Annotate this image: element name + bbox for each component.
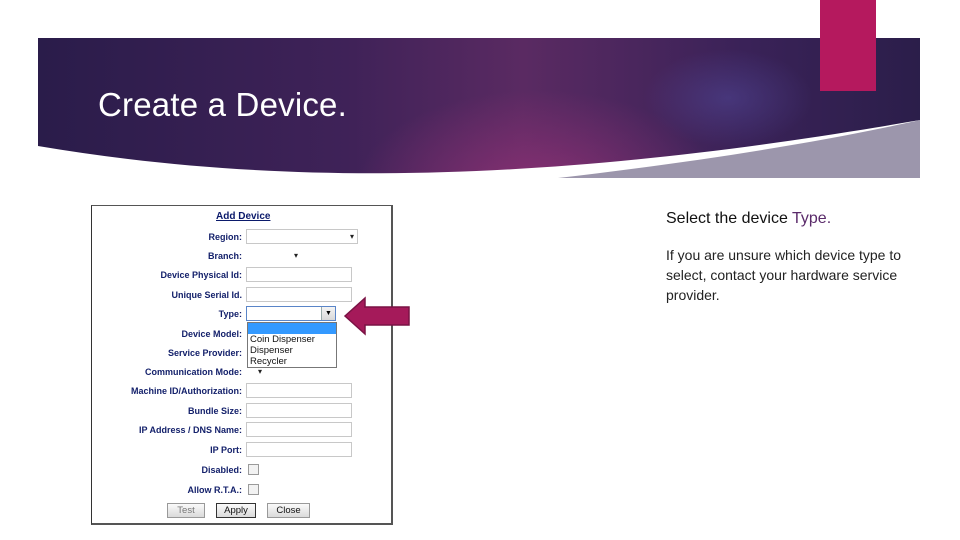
title-banner: Create a Device. — [38, 38, 920, 178]
bundle-size-input[interactable] — [246, 403, 352, 418]
chevron-down-icon[interactable]: ▼ — [321, 307, 335, 320]
field-service-provider: Service Provider: — [92, 345, 392, 363]
apply-button[interactable]: Apply — [216, 503, 256, 518]
device-physical-id-input[interactable] — [246, 267, 352, 282]
type-option[interactable]: Dispenser — [248, 345, 336, 356]
field-label: Unique Serial Id. — [171, 290, 242, 300]
region-select[interactable]: ▾ — [246, 229, 358, 244]
field-label: Allow R.T.A.: — [187, 485, 243, 495]
type-dropdown-list: Coin Dispenser Dispenser Recycler — [247, 322, 337, 368]
instruction-heading: Select the device Type. — [666, 210, 926, 228]
machine-id-input[interactable] — [246, 383, 352, 398]
field-label: Disabled: — [201, 465, 242, 475]
dropdown-highlight-row[interactable] — [248, 323, 336, 334]
field-label: Service Provider: — [167, 348, 242, 358]
field-bundle-size: Bundle Size: — [92, 403, 392, 421]
chevron-down-icon: ▾ — [293, 251, 298, 260]
accent-bar — [820, 0, 876, 91]
disabled-checkbox[interactable] — [248, 464, 259, 475]
allow-rta-checkbox[interactable] — [248, 484, 259, 495]
heading-text: Select the device — [666, 210, 793, 227]
field-machine-id: Machine ID/Authorization: — [92, 383, 392, 401]
field-allow-rta: Allow R.T.A.: — [92, 482, 392, 500]
ip-port-input[interactable] — [246, 442, 352, 457]
field-label: Type: — [218, 309, 242, 319]
close-button[interactable]: Close — [267, 503, 310, 518]
instruction-body: If you are unsure which device type to s… — [666, 247, 902, 303]
heading-highlight: Type. — [792, 210, 832, 227]
instructions: Select the device Type. If you are unsur… — [666, 210, 926, 305]
ip-address-input[interactable] — [246, 422, 352, 437]
field-label: Communication Mode: — [145, 367, 242, 377]
branch-select[interactable]: ▾ — [246, 248, 302, 263]
slide-title: Create a Device. — [98, 86, 347, 123]
field-label: Bundle Size: — [187, 406, 242, 416]
field-disabled: Disabled: — [92, 462, 392, 480]
field-region: Region: ▾ — [92, 229, 392, 247]
add-device-form: Add Device Region: ▾ Branch: ▾ Device Ph… — [91, 205, 393, 525]
type-option[interactable]: Coin Dispenser — [248, 334, 336, 345]
field-branch: Branch: ▾ — [92, 248, 392, 266]
unique-serial-id-input[interactable] — [246, 287, 352, 302]
field-label: Branch: — [207, 251, 242, 261]
field-label: Device Physical Id: — [160, 270, 242, 280]
type-option[interactable]: Recycler — [248, 356, 336, 367]
arrow-right-icon — [343, 296, 410, 336]
chevron-down-icon: ▾ — [349, 232, 354, 241]
chevron-down-icon: ▾ — [257, 367, 262, 376]
field-device-physical-id: Device Physical Id: — [92, 267, 392, 285]
field-label: IP Address / DNS Name: — [138, 425, 242, 435]
test-button[interactable]: Test — [167, 503, 205, 518]
field-communication-mode: Communication Mode: ▾ — [92, 364, 392, 382]
field-ip-port: IP Port: — [92, 442, 392, 460]
field-ip-address: IP Address / DNS Name: — [92, 422, 392, 440]
field-label: IP Port: — [210, 445, 242, 455]
field-label: Region: — [208, 232, 243, 242]
field-label: Machine ID/Authorization: — [131, 386, 242, 396]
type-select[interactable]: ▼ — [246, 306, 336, 321]
field-label: Device Model: — [181, 329, 242, 339]
form-title: Add Device — [216, 211, 271, 222]
